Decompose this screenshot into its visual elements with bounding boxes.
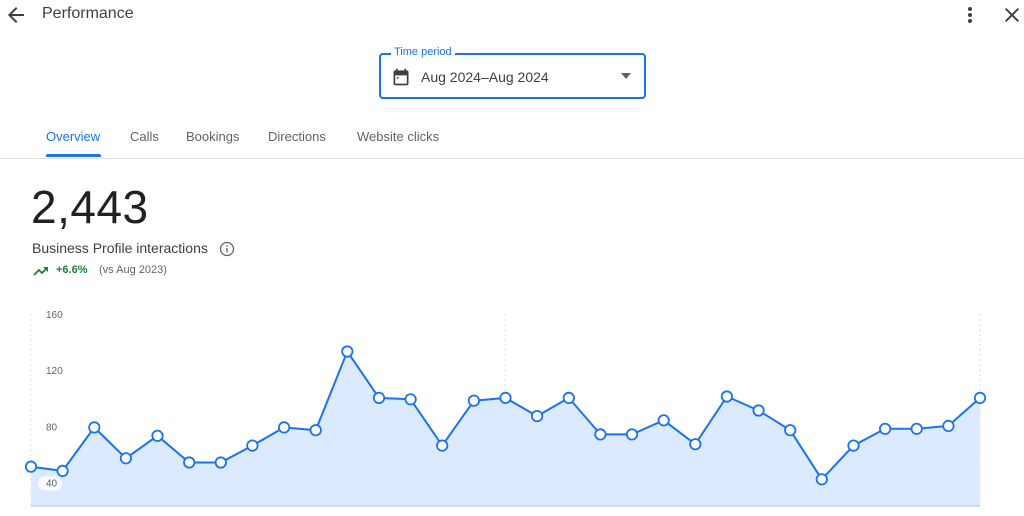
data-point [720,390,734,403]
data-point [499,391,512,405]
arrow-back-icon[interactable] [4,3,28,27]
change-percent: +6.6% [56,264,88,276]
active-tab-indicator [46,154,101,157]
data-point [878,422,892,435]
y-tick-label: 80 [46,422,58,433]
y-tick-label: 40 [46,479,58,490]
data-point [183,456,196,469]
trending-up-icon [33,267,48,276]
change-comparison: (vs Aug 2023) [99,264,167,276]
data-point [56,464,69,477]
tab-bar: Overview Calls Bookings Directions Websi… [0,120,1024,159]
tab-directions[interactable]: Directions [268,129,326,144]
data-point [562,391,575,405]
data-point [530,410,544,423]
data-point [151,429,164,442]
close-icon[interactable] [1000,3,1024,27]
data-point [594,428,607,441]
data-point [277,421,291,434]
metric-label: Business Profile interactions [32,240,208,256]
interactions-chart: 40 80 120 160 [24,310,987,507]
page-title: Performance [42,5,134,22]
data-point [404,393,417,406]
data-point [341,345,354,358]
info-icon[interactable] [219,241,235,257]
data-point [973,391,987,405]
data-point [246,439,259,452]
data-point [372,391,386,405]
time-period-label: Time period [391,46,455,58]
top-bar: Performance [0,0,1024,30]
data-point [24,460,38,473]
time-period-select[interactable]: Time period Aug 2024–Aug 2024 [379,46,646,99]
data-point [119,452,133,465]
data-point [309,424,322,437]
more-vert-icon[interactable] [958,3,982,27]
data-point [910,422,923,435]
tab-calls[interactable]: Calls [130,129,159,144]
data-point [815,473,828,486]
arrow-drop-down-icon [621,73,631,79]
total-interactions: 2,443 [31,181,149,233]
data-point [88,421,101,434]
data-point [625,428,639,441]
data-point [752,404,765,417]
time-period-value: Aug 2024–Aug 2024 [421,69,549,85]
data-point [784,424,797,437]
y-tick-label: 120 [46,366,63,377]
y-tick-label: 160 [46,310,63,321]
tab-overview[interactable]: Overview [46,129,100,144]
data-point [847,439,860,452]
tab-website-clicks[interactable]: Website clicks [357,129,439,144]
data-point [214,456,227,469]
data-point [436,439,449,452]
calendar-icon [393,68,409,86]
data-point [689,438,702,451]
data-point [657,414,670,427]
data-point [942,419,955,433]
data-point [467,394,480,407]
tab-bookings[interactable]: Bookings [186,129,239,144]
